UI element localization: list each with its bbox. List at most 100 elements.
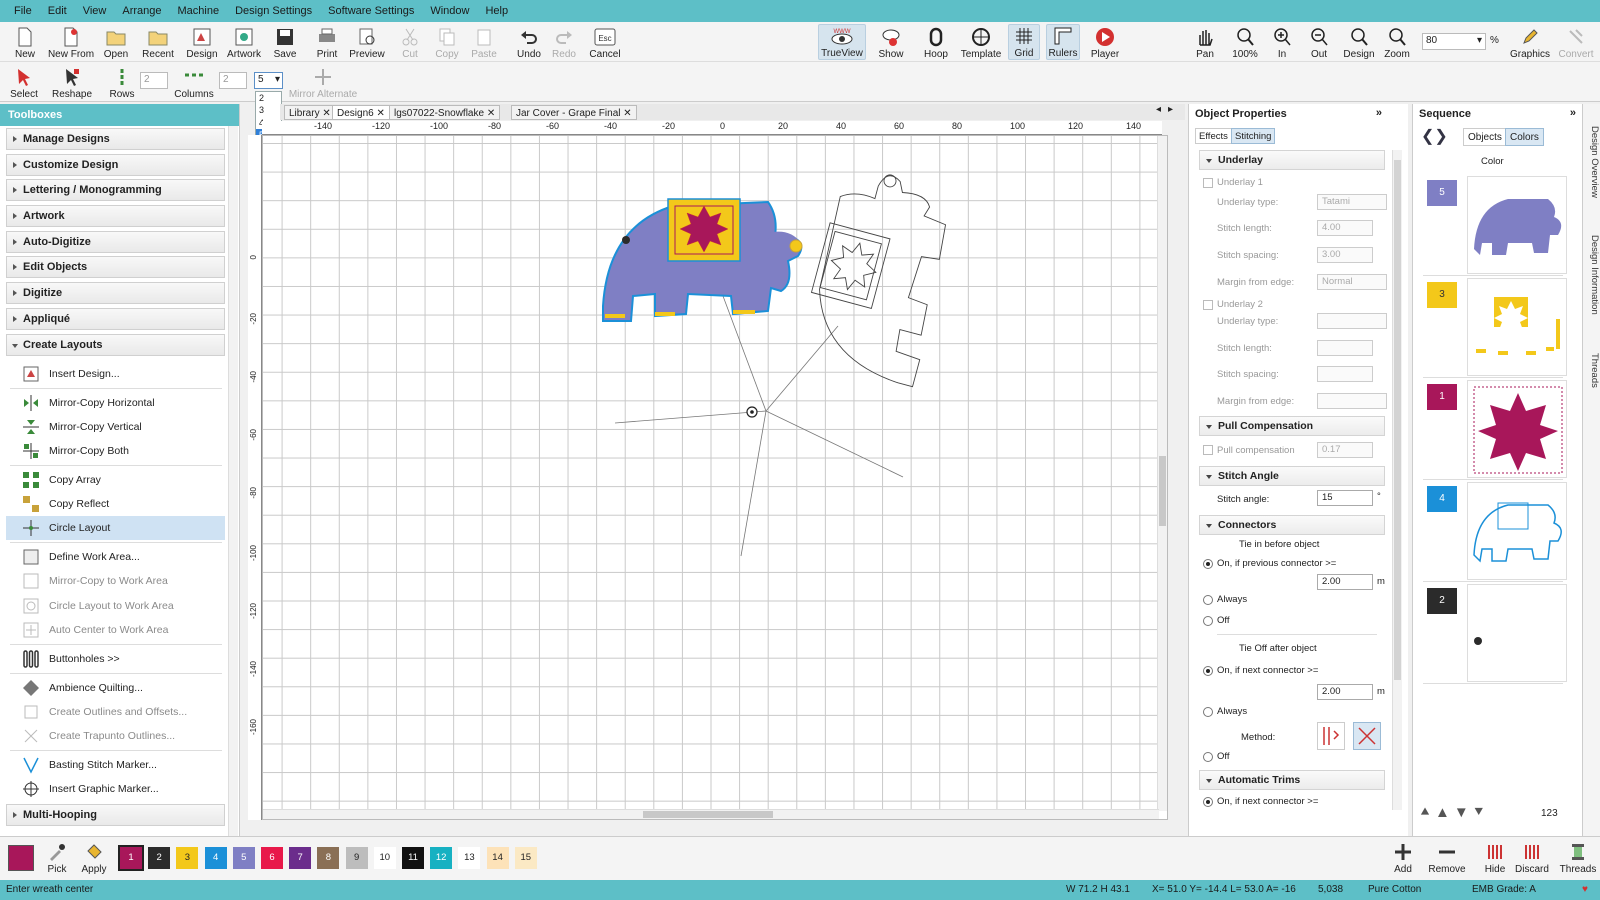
tool-trapunto[interactable]: Create Trapunto Outlines...	[6, 724, 225, 748]
section-edit-objects[interactable]: Edit Objects	[6, 256, 225, 278]
add-button[interactable]: Add	[1390, 839, 1416, 875]
copy-button[interactable]: Copy	[434, 24, 460, 60]
close-icon[interactable]: ✕	[623, 108, 631, 119]
menu-edit[interactable]: Edit	[40, 0, 75, 22]
tab-design-overview[interactable]: Design Overview	[1584, 114, 1600, 209]
toolboxes-scrollbar[interactable]	[228, 126, 238, 836]
color-swatch[interactable]: 13	[458, 847, 481, 869]
color-swatch[interactable]: 9	[345, 847, 368, 869]
section-multi-hooping[interactable]: Multi-Hooping	[6, 804, 225, 826]
tool-mirror-copy-vertical[interactable]: Mirror-Copy Vertical	[6, 415, 225, 439]
color-swatch[interactable]: 12	[430, 847, 453, 869]
menu-arrange[interactable]: Arrange	[114, 0, 169, 22]
columns-button[interactable]: Columns	[172, 64, 216, 100]
new-button[interactable]: New	[12, 24, 38, 60]
menu-file[interactable]: File	[6, 0, 40, 22]
sequence-row[interactable]: 4	[1423, 482, 1567, 582]
show-button[interactable]: Show	[876, 24, 906, 60]
method-x-button[interactable]	[1353, 722, 1381, 750]
new-from-button[interactable]: New From	[46, 24, 96, 60]
color-swatch[interactable]: 5	[232, 847, 255, 869]
remove-button[interactable]: Remove	[1428, 839, 1466, 875]
tie-in-on-radio[interactable]	[1203, 559, 1213, 569]
underlay2-length-input[interactable]	[1317, 340, 1373, 356]
tool-basting-marker[interactable]: Basting Stitch Marker...	[6, 753, 225, 777]
design-button[interactable]: Design	[186, 24, 218, 60]
group-automatic-trims[interactable]: Automatic Trims	[1199, 770, 1385, 790]
underlay1-checkbox[interactable]	[1203, 178, 1213, 188]
tab-objects[interactable]: Objects	[1463, 128, 1507, 146]
tab-threads[interactable]: Threads	[1584, 340, 1600, 400]
count-select[interactable]: 5 ▾	[254, 72, 283, 89]
tab-jar-cover[interactable]: Jar Cover - Grape Final ✕	[511, 105, 637, 120]
tie-off-input[interactable]: 2.00	[1317, 684, 1373, 700]
expand-chevron-icon[interactable]: »	[1376, 107, 1382, 119]
color-swatch[interactable]: 8	[317, 847, 340, 869]
canvas-vertical-scrollbar[interactable]	[1157, 136, 1167, 811]
color-swatch[interactable]: 3	[176, 847, 199, 869]
zoom-button[interactable]: Zoom	[1382, 24, 1412, 60]
color-swatch[interactable]: 4	[204, 847, 227, 869]
zoom-100-button[interactable]: 100%	[1230, 24, 1260, 60]
artwork-button[interactable]: Artwork	[226, 24, 262, 60]
rulers-button[interactable]: Rulers	[1046, 24, 1080, 60]
tool-graphic-marker[interactable]: Insert Graphic Marker...	[6, 777, 225, 801]
save-button[interactable]: Save	[272, 24, 298, 60]
properties-scrollbar[interactable]	[1392, 150, 1402, 810]
sequence-nav-arrows-icon[interactable]: ❮❯	[1421, 126, 1461, 148]
expand-chevron-icon[interactable]: »	[1570, 107, 1576, 119]
color-swatch[interactable]: 11	[402, 847, 424, 869]
open-button[interactable]: Open	[102, 24, 130, 60]
sequence-order-buttons-icon[interactable]: ⯅▲▼⯆	[1419, 804, 1539, 826]
tool-mirror-copy-work-area[interactable]: Mirror-Copy to Work Area	[6, 569, 225, 593]
tab-design-information[interactable]: Design Information	[1584, 220, 1600, 330]
select-button[interactable]: Select	[8, 64, 40, 100]
rows-select[interactable]: 2	[140, 72, 168, 89]
tool-mirror-copy-both[interactable]: Mirror-Copy Both	[6, 439, 225, 463]
color-swatch[interactable]: 14	[486, 847, 509, 869]
apply-button[interactable]: Apply	[80, 839, 108, 875]
hide-button[interactable]: Hide	[1482, 839, 1508, 875]
graphics-button[interactable]: Graphics	[1508, 24, 1552, 60]
stitch-length-input[interactable]: 4.00	[1317, 220, 1373, 236]
tool-buttonholes[interactable]: Buttonholes >>	[6, 647, 225, 671]
tool-insert-design[interactable]: Insert Design...	[6, 362, 225, 386]
undo-button[interactable]: Undo	[516, 24, 542, 60]
pan-button[interactable]: Pan	[1192, 24, 1218, 60]
zoom-in-button[interactable]: In	[1270, 24, 1294, 60]
section-manage-designs[interactable]: Manage Designs	[6, 128, 225, 150]
sequence-row[interactable]: 1	[1423, 380, 1567, 480]
convert-button[interactable]: Convert	[1556, 24, 1596, 60]
current-color-swatch[interactable]	[8, 845, 34, 871]
close-icon[interactable]: ✕	[376, 108, 384, 119]
pull-comp-input[interactable]: 0.17	[1317, 442, 1373, 458]
group-stitch-angle[interactable]: Stitch Angle	[1199, 466, 1385, 486]
tab-design6[interactable]: Design6 ✕	[332, 105, 390, 120]
tab-stitching[interactable]: Stitching	[1231, 128, 1276, 144]
underlay2-margin-select[interactable]	[1317, 393, 1387, 409]
tool-ambience-quilting[interactable]: Ambience Quilting...	[6, 676, 225, 700]
tie-in-always-radio[interactable]	[1203, 595, 1213, 605]
group-underlay[interactable]: Underlay	[1199, 150, 1385, 170]
menu-view[interactable]: View	[75, 0, 115, 22]
stitch-angle-input[interactable]: 15	[1317, 490, 1373, 506]
color-swatch[interactable]: 6	[261, 847, 283, 869]
tool-circle-layout-work-area[interactable]: Circle Layout to Work Area	[6, 594, 225, 618]
menu-software-settings[interactable]: Software Settings	[320, 0, 422, 22]
tab-colors[interactable]: Colors	[1505, 128, 1544, 146]
canvas-horizontal-scrollbar[interactable]	[263, 809, 1159, 819]
color-swatch[interactable]: 7	[289, 847, 312, 869]
color-swatch[interactable]: 15	[514, 847, 537, 869]
tool-copy-reflect[interactable]: Copy Reflect	[6, 492, 225, 516]
tie-in-input[interactable]: 2.00	[1317, 574, 1373, 590]
tool-mirror-copy-horizontal[interactable]: Mirror-Copy Horizontal	[6, 391, 225, 415]
color-swatch[interactable]: 10	[373, 847, 396, 869]
section-artwork[interactable]: Artwork	[6, 205, 225, 227]
tab-snowflake[interactable]: lgs07022-Snowflake ✕	[389, 105, 501, 120]
tabs-scroll-right-icon[interactable]: ▸	[1168, 104, 1173, 115]
discard-button[interactable]: Discard	[1514, 839, 1550, 875]
option[interactable]: 3	[256, 104, 281, 116]
tie-in-off-radio[interactable]	[1203, 616, 1213, 626]
tie-off-off-radio[interactable]	[1203, 752, 1213, 762]
print-button[interactable]: Print	[314, 24, 340, 60]
